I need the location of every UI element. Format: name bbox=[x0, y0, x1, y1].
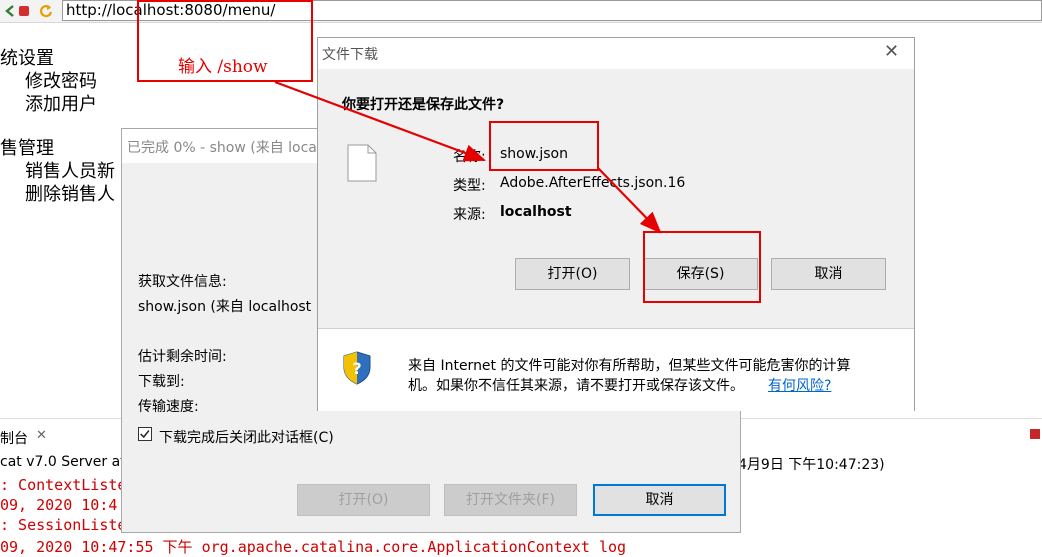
annotation-arrow bbox=[274, 80, 487, 162]
annotation-arrow bbox=[597, 167, 662, 234]
annotation-arrows bbox=[274, 80, 662, 234]
